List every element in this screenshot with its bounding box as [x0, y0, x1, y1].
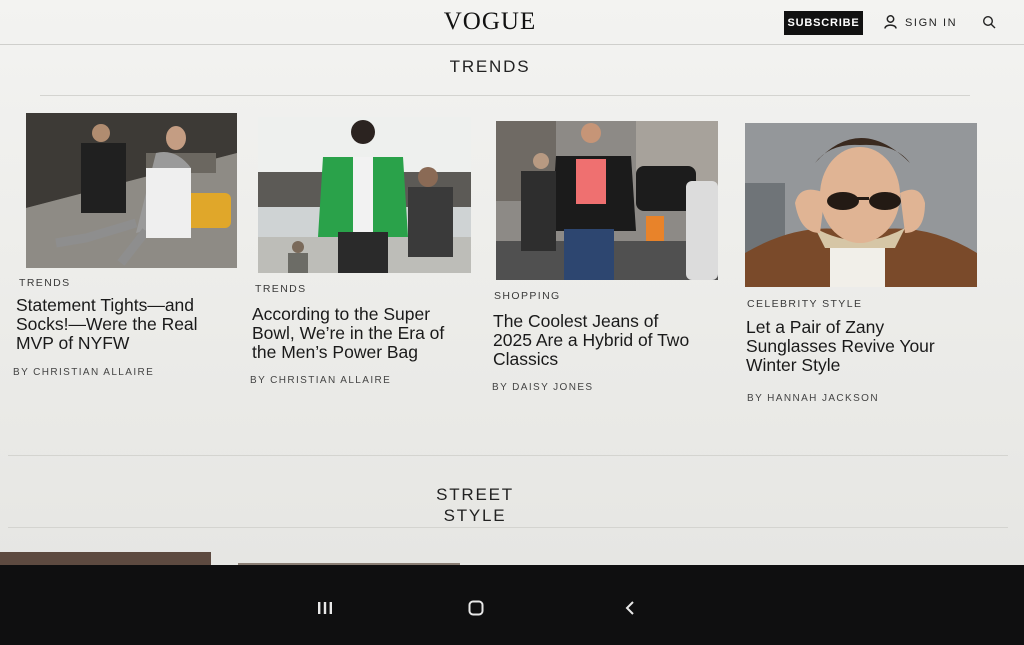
- browser-viewport: VOGUE SUBSCRIBE SIGN IN TRENDS TRENDS St…: [0, 0, 1024, 565]
- vogue-logo[interactable]: VOGUE: [440, 8, 540, 36]
- user-icon: [884, 14, 897, 32]
- article-card-image[interactable]: [745, 123, 977, 287]
- system-navigation-bar: [0, 565, 1024, 645]
- headline-line: Sunglasses Revive Your: [746, 336, 935, 356]
- headline-line: Classics: [493, 349, 559, 369]
- card-byline: BY CHRISTIAN ALLAIRE: [250, 375, 392, 386]
- headline-line: Socks!—Were the Real: [16, 314, 198, 334]
- site-header: VOGUE SUBSCRIBE SIGN IN: [0, 0, 1024, 45]
- sign-in-label: SIGN IN: [905, 17, 958, 29]
- card-category: CELEBRITY STYLE: [747, 298, 863, 310]
- article-card-image[interactable]: [26, 113, 237, 268]
- search-icon[interactable]: [982, 15, 998, 31]
- card-byline: BY HANNAH JACKSON: [747, 393, 879, 404]
- recent-apps-icon[interactable]: [310, 593, 340, 623]
- sign-in-link[interactable]: SIGN IN: [884, 14, 957, 32]
- divider: [40, 95, 970, 96]
- card-byline: BY DAISY JONES: [492, 382, 594, 393]
- card-headline[interactable]: Let a Pair of Zany Sunglasses Revive You…: [746, 318, 981, 375]
- article-card-image[interactable]: [0, 552, 211, 565]
- article-card-image[interactable]: [258, 117, 471, 273]
- card-category: TRENDS: [19, 277, 71, 289]
- card-category: TRENDS: [255, 283, 307, 295]
- section-title-trends: TRENDS: [449, 57, 531, 76]
- card-headline[interactable]: According to the Super Bowl, We’re in th…: [252, 305, 482, 362]
- home-icon[interactable]: [461, 593, 491, 623]
- headline-line: Winter Style: [746, 355, 841, 375]
- subscribe-button[interactable]: SUBSCRIBE: [784, 11, 863, 35]
- title-line: STYLE: [443, 506, 507, 525]
- divider: [8, 527, 1008, 528]
- card-byline: BY CHRISTIAN ALLAIRE: [13, 367, 155, 378]
- headline-line: The Coolest Jeans of: [493, 311, 659, 331]
- headline-line: According to the Super: [252, 304, 431, 324]
- headline-line: Let a Pair of Zany: [746, 317, 885, 337]
- card-headline[interactable]: Statement Tights—and Socks!—Were the Rea…: [16, 296, 231, 353]
- divider: [8, 455, 1008, 456]
- article-card-image[interactable]: [496, 121, 718, 280]
- section-title-street-style: STREET STYLE: [400, 484, 550, 526]
- headline-line: Bowl, We’re in the Era of: [252, 323, 445, 343]
- headline-line: 2025 Are a Hybrid of Two: [493, 330, 690, 350]
- card-headline[interactable]: The Coolest Jeans of 2025 Are a Hybrid o…: [493, 312, 728, 369]
- back-icon[interactable]: [615, 593, 645, 623]
- headline-line: MVP of NYFW: [16, 333, 130, 353]
- headline-line: Statement Tights—and: [16, 295, 195, 315]
- card-category: SHOPPING: [494, 290, 561, 302]
- title-line: STREET: [436, 485, 514, 504]
- headline-line: the Men’s Power Bag: [252, 342, 419, 362]
